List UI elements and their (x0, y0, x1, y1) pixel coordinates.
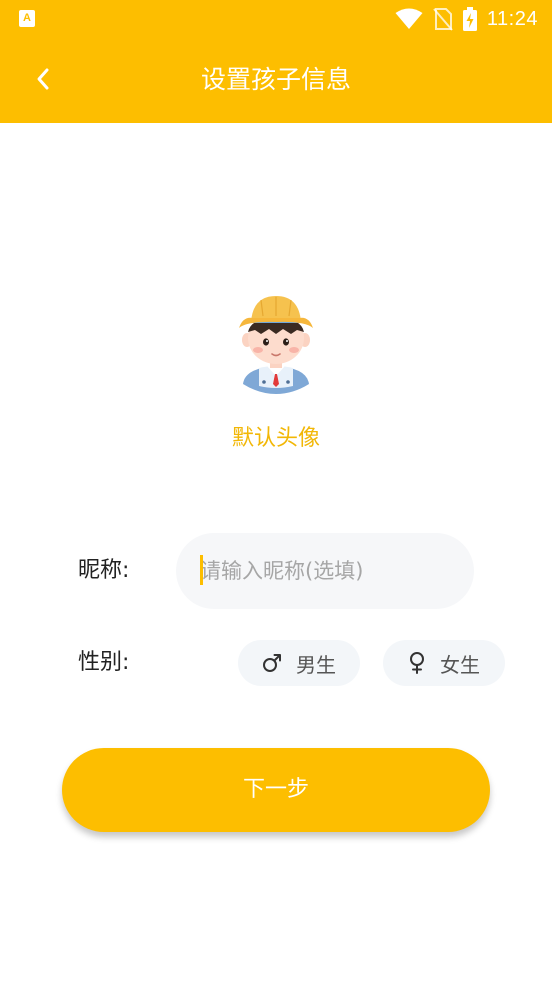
nickname-input[interactable] (200, 533, 460, 609)
status-bar: A 11:24 (0, 0, 552, 38)
nickname-field[interactable] (176, 533, 474, 609)
wifi-icon (395, 8, 423, 30)
status-time: 11:24 (486, 7, 538, 30)
gender-label: 性别: (78, 650, 130, 675)
female-symbol-icon (408, 652, 426, 674)
app-notification-icon: A (19, 10, 35, 27)
app-bar: 设置孩子信息 (0, 38, 552, 123)
app-notification-letter: A (23, 12, 31, 24)
page-title: 设置孩子信息 (200, 65, 351, 94)
status-icons: 11:24 (395, 5, 538, 33)
gender-female-label: 女生 (440, 652, 480, 677)
default-avatar-image[interactable] (231, 288, 321, 398)
male-symbol-icon (262, 653, 282, 673)
no-sim-icon (433, 7, 453, 31)
battery-charging-icon (462, 7, 477, 31)
nickname-label: 昵称: (78, 558, 130, 583)
gender-option-female[interactable]: 女生 (383, 640, 505, 686)
text-cursor (200, 555, 203, 585)
next-button[interactable]: 下一步 (62, 748, 490, 832)
gender-option-male[interactable]: 男生 (238, 640, 360, 686)
avatar-caption[interactable]: 默认头像 (0, 424, 552, 454)
gender-male-label: 男生 (296, 652, 336, 677)
